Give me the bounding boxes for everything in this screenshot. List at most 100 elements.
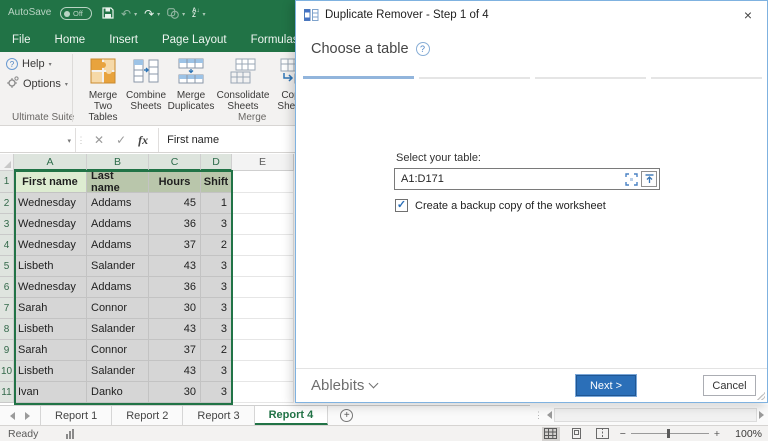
macro-record-icon[interactable] <box>66 429 74 439</box>
cell[interactable]: 3 <box>201 361 232 382</box>
cell[interactable]: Salander <box>87 256 149 277</box>
next-button[interactable]: Next > <box>576 375 636 396</box>
insert-function-icon[interactable]: fx <box>138 133 148 148</box>
next-sheet-icon[interactable] <box>25 412 30 420</box>
help-badge-icon[interactable]: ? <box>416 42 430 56</box>
dialog-titlebar[interactable]: Duplicate Remover - Step 1 of 4 <box>296 1 767 29</box>
cell-a1-active[interactable]: First name <box>14 171 87 193</box>
cell[interactable]: Lisbeth <box>14 256 87 277</box>
cell[interactable]: Wednesday <box>14 214 87 235</box>
scrollbar-grip-icon[interactable]: ⋮ <box>534 410 543 421</box>
cell[interactable]: 30 <box>149 298 201 319</box>
cell[interactable]: Wednesday <box>14 235 87 256</box>
cell[interactable]: Wednesday <box>14 193 87 214</box>
cell[interactable]: 3 <box>201 298 232 319</box>
formula-bar-grip[interactable]: ⋮ <box>76 128 86 152</box>
cell[interactable]: 3 <box>201 319 232 340</box>
confirm-entry-icon[interactable]: ✓ <box>116 133 126 147</box>
undo-dropdown-icon[interactable]: ▾ <box>134 11 137 18</box>
cell[interactable]: Hours <box>149 171 201 193</box>
row-header[interactable]: 2 <box>0 193 14 214</box>
row-header[interactable]: 1 <box>0 171 14 193</box>
row-header[interactable]: 10 <box>0 361 14 382</box>
undo-icon[interactable]: ↶ <box>121 8 131 20</box>
column-header-e[interactable]: E <box>232 154 294 171</box>
options-button[interactable]: Options ▾ <box>6 76 68 92</box>
cell[interactable]: Addams <box>87 214 149 235</box>
cell[interactable]: Danko <box>87 382 149 403</box>
name-box-input[interactable] <box>0 128 75 152</box>
cell[interactable] <box>232 193 294 214</box>
redo-icon[interactable]: ↷ <box>144 8 154 20</box>
add-sheet-icon[interactable]: + <box>340 409 353 422</box>
cell[interactable]: 2 <box>201 235 232 256</box>
sheet-tab-report-4[interactable]: Report 4 <box>255 406 329 425</box>
cancel-button[interactable]: Cancel <box>703 375 756 396</box>
cell[interactable]: 37 <box>149 340 201 361</box>
cell[interactable]: Ivan <box>14 382 87 403</box>
zoom-slider[interactable] <box>631 433 709 434</box>
column-header-c[interactable]: C <box>149 154 201 171</box>
cell[interactable]: Salander <box>87 319 149 340</box>
scrollbar-track[interactable] <box>554 408 757 422</box>
cell[interactable] <box>232 235 294 256</box>
zoom-slider-thumb[interactable] <box>667 429 670 438</box>
autosave-toggle[interactable]: Off <box>60 7 92 20</box>
row-header[interactable]: 9 <box>0 340 14 361</box>
cell[interactable]: Last name <box>87 171 149 193</box>
collapse-dialog-button[interactable] <box>641 171 657 187</box>
scroll-right-icon[interactable] <box>759 411 764 419</box>
cell[interactable] <box>232 361 294 382</box>
cell[interactable] <box>232 382 294 403</box>
cell[interactable]: 30 <box>149 382 201 403</box>
sheet-tab-report-3[interactable]: Report 3 <box>183 406 254 425</box>
cell[interactable] <box>232 277 294 298</box>
cell[interactable]: 3 <box>201 214 232 235</box>
cell[interactable]: Lisbeth <box>14 361 87 382</box>
cell[interactable]: Connor <box>87 298 149 319</box>
shapes-icon[interactable] <box>167 8 179 21</box>
cell[interactable] <box>232 171 294 193</box>
shapes-dropdown-icon[interactable]: ▾ <box>182 11 185 18</box>
cell[interactable] <box>232 256 294 277</box>
prev-sheet-icon[interactable] <box>10 412 15 420</box>
tab-insert[interactable]: Insert <box>97 28 150 52</box>
zoom-level[interactable]: 100% <box>728 428 762 440</box>
cell[interactable] <box>232 319 294 340</box>
page-break-view-icon[interactable] <box>594 427 612 441</box>
customize-qat-icon[interactable]: ▾ <box>203 11 206 18</box>
cell[interactable]: 1 <box>201 193 232 214</box>
range-input[interactable] <box>395 173 625 185</box>
cell[interactable]: Addams <box>87 235 149 256</box>
cell[interactable]: Connor <box>87 340 149 361</box>
sort-az-icon[interactable]: A↓Z <box>192 9 199 19</box>
select-range-icon[interactable] <box>625 173 638 186</box>
column-header-d[interactable]: D <box>201 154 232 171</box>
row-header[interactable]: 11 <box>0 382 14 403</box>
cell[interactable] <box>232 214 294 235</box>
save-icon[interactable] <box>102 7 114 21</box>
row-header[interactable]: 3 <box>0 214 14 235</box>
scroll-left-icon[interactable] <box>547 411 552 419</box>
cell[interactable]: 37 <box>149 235 201 256</box>
cell[interactable]: 43 <box>149 361 201 382</box>
cell[interactable]: 3 <box>201 277 232 298</box>
row-header[interactable]: 4 <box>0 235 14 256</box>
page-layout-view-icon[interactable] <box>568 427 586 441</box>
merge-duplicates-button[interactable]: Merge Duplicates <box>167 56 215 112</box>
cell[interactable]: 2 <box>201 340 232 361</box>
zoom-in-icon[interactable]: + <box>714 428 720 440</box>
combine-sheets-button[interactable]: Combine Sheets <box>125 56 167 112</box>
tab-file[interactable]: File <box>0 28 43 52</box>
cell[interactable]: Wednesday <box>14 277 87 298</box>
cell[interactable]: Lisbeth <box>14 319 87 340</box>
close-icon[interactable]: × <box>737 4 759 26</box>
row-header[interactable]: 8 <box>0 319 14 340</box>
cell[interactable]: Sarah <box>14 340 87 361</box>
cell[interactable]: 43 <box>149 319 201 340</box>
consolidate-sheets-button[interactable]: Consolidate Sheets <box>215 56 271 112</box>
ablebits-menu[interactable]: Ablebits <box>311 377 377 394</box>
cell[interactable]: Shift <box>201 171 232 193</box>
cell[interactable]: Addams <box>87 277 149 298</box>
merge-two-tables-button[interactable]: Merge Two Tables <box>79 56 127 123</box>
